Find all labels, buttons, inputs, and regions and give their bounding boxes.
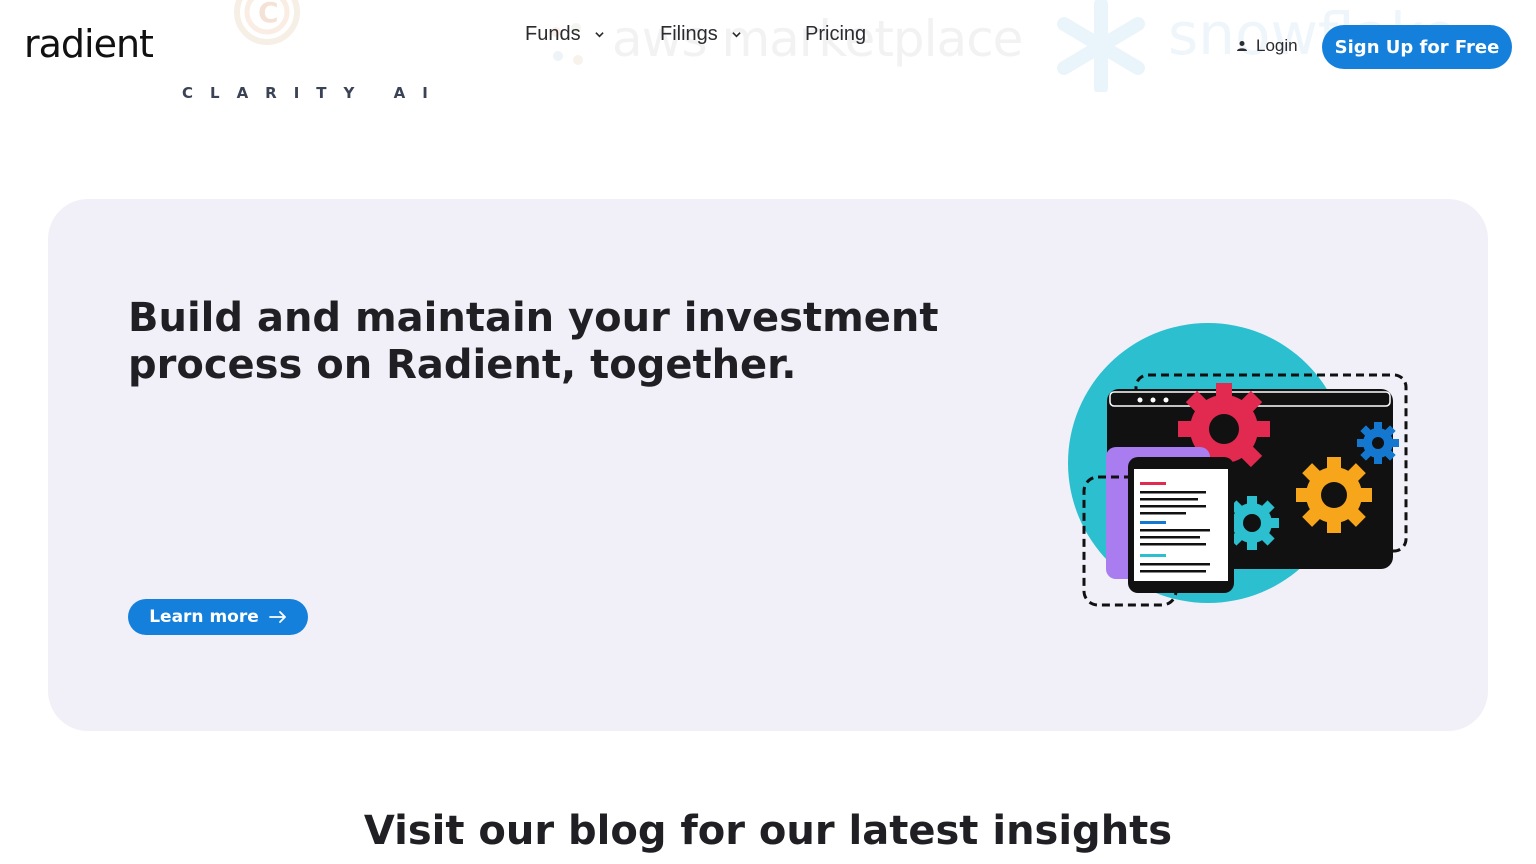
radient-logo[interactable]: radient [24,22,154,66]
hero-card: Build and maintain your investment proce… [48,199,1488,731]
learn-more-button[interactable]: Learn more [128,599,308,635]
login-label: Login [1256,36,1298,55]
arrow-right-icon [268,611,286,623]
login-link[interactable]: Login [1236,36,1298,56]
workflow-gears-illustration [1068,323,1408,607]
site-header: radient Funds Filings Pricing Login Sign… [0,0,1536,96]
learn-more-label: Learn more [149,607,259,627]
nav-funds[interactable]: Funds [525,23,604,46]
nav-pricing[interactable]: Pricing [805,23,866,46]
hero-title: Build and maintain your investment proce… [128,295,939,388]
nav-pricing-label: Pricing [805,22,867,45]
signup-button[interactable]: Sign Up for Free [1322,25,1512,69]
chevron-down-icon [594,31,604,37]
chevron-down-icon [732,31,741,37]
user-icon [1237,41,1247,51]
nav-filings[interactable]: Filings [660,23,741,46]
nav-funds-label: Funds [525,22,581,45]
blog-section-title: Visit our blog for our latest insights [363,808,1173,854]
nav-filings-label: Filings [660,22,718,45]
